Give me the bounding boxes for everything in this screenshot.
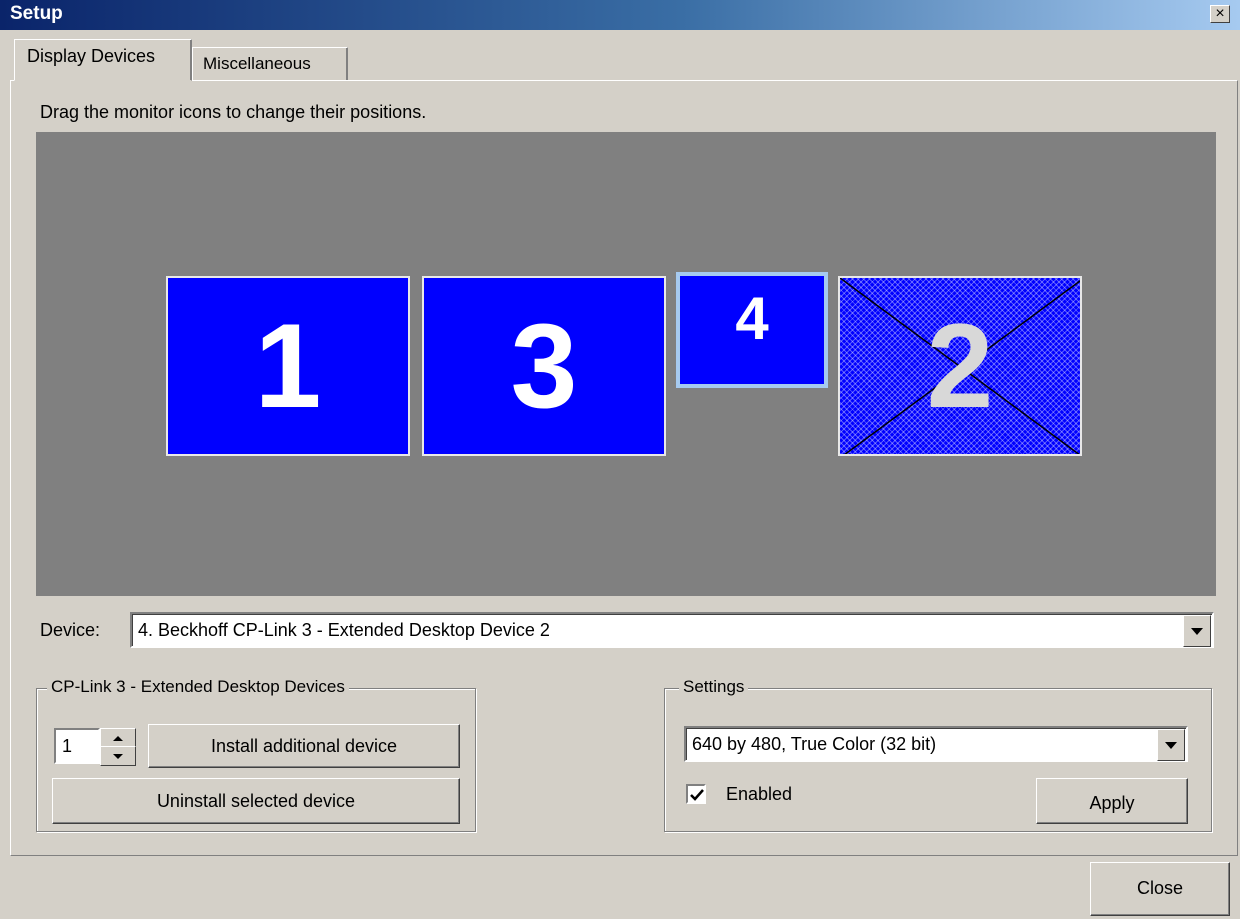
drag-hint-text: Drag the monitor icons to change their p… [40, 102, 427, 122]
monitor-4-icon[interactable]: 4 [676, 272, 828, 388]
monitor-3-icon[interactable]: 3 [422, 276, 666, 456]
dropdown-arrow-icon[interactable] [1183, 615, 1211, 647]
monitor-2-label: 2 [926, 299, 994, 433]
monitor-2-icon[interactable]: 2 [838, 276, 1082, 456]
enabled-label[interactable]: Enabled [726, 784, 792, 805]
tab-display-devices[interactable]: Display Devices [14, 39, 192, 81]
spin-up-icon[interactable] [100, 728, 136, 748]
device-select-value: 4. Beckhoff CP-Link 3 - Extended Desktop… [138, 620, 550, 640]
close-button[interactable]: Close [1090, 862, 1230, 916]
install-device-button[interactable]: Install additional device [148, 724, 460, 768]
settings-group-title: Settings [679, 677, 749, 697]
spin-down-icon[interactable] [100, 746, 136, 766]
tab-miscellaneous[interactable]: Miscellaneous [192, 47, 348, 80]
device-count-input[interactable]: 1 [54, 728, 100, 764]
monitor-4-label: 4 [735, 285, 769, 352]
checkmark-icon [690, 789, 704, 801]
monitor-1-label: 1 [254, 299, 322, 433]
apply-button[interactable]: Apply [1036, 778, 1188, 824]
device-label: Device: [40, 620, 101, 640]
device-select[interactable]: 4. Beckhoff CP-Link 3 - Extended Desktop… [130, 612, 1214, 648]
close-icon[interactable]: × [1210, 5, 1230, 23]
dropdown-arrow-icon[interactable] [1157, 729, 1185, 761]
window-title: Setup [10, 3, 63, 24]
enabled-checkbox[interactable] [686, 784, 706, 804]
display-mode-value: 640 by 480, True Color (32 bit) [692, 734, 937, 754]
title-bar [0, 0, 1240, 30]
uninstall-device-button[interactable]: Uninstall selected device [52, 778, 460, 824]
monitor-1-icon[interactable]: 1 [166, 276, 410, 456]
monitor-3-label: 3 [510, 299, 578, 433]
device-count-stepper[interactable] [100, 728, 136, 766]
cp-link-group-title: CP-Link 3 - Extended Desktop Devices [47, 677, 349, 697]
display-mode-select[interactable]: 640 by 480, True Color (32 bit) [684, 726, 1188, 762]
